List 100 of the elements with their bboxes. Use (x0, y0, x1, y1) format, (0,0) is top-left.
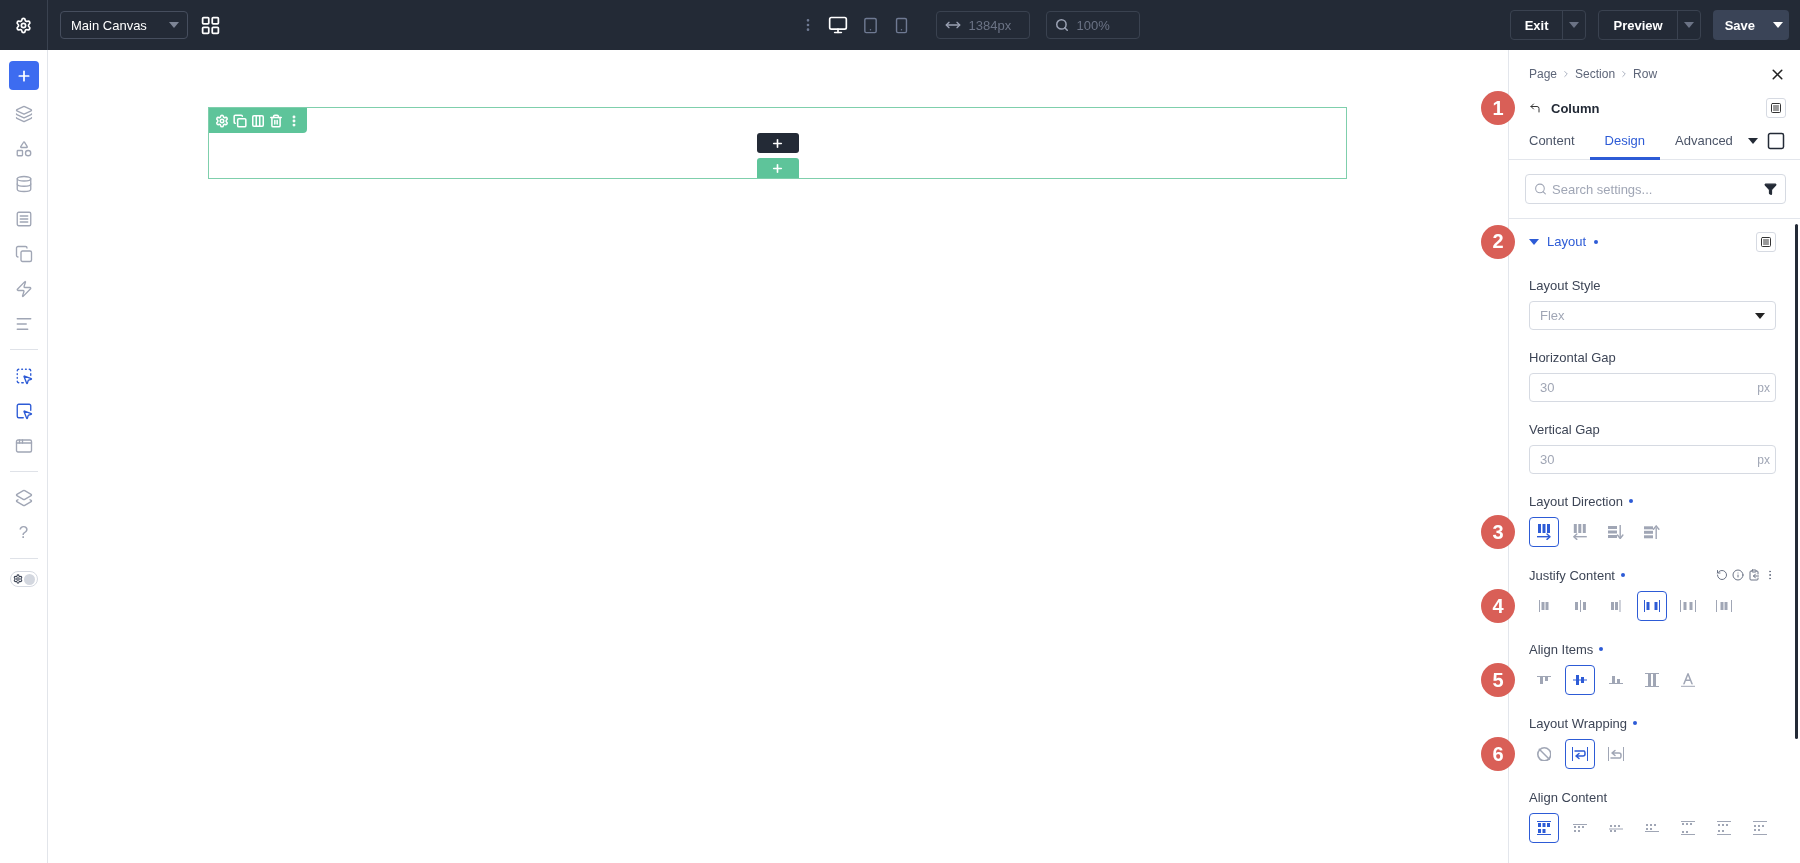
split-button[interactable]: Exit (1509, 10, 1587, 40)
save-button[interactable]: Save (1712, 10, 1789, 40)
field-label: Horizontal Gap (1529, 349, 1616, 365)
callout-badge: 5 (1481, 663, 1515, 697)
search-icon (1054, 18, 1069, 32)
modified-dot (1621, 573, 1625, 577)
stacked-windows-icon (14, 488, 33, 507)
align-end-icon (1609, 676, 1623, 684)
wrap-reverse-icon (1608, 747, 1624, 761)
option-button[interactable] (1637, 591, 1667, 621)
callout-badge: 2 (1481, 224, 1515, 259)
align-baseline-icon (1681, 673, 1695, 687)
breadcrumb-link[interactable]: Section (1575, 67, 1616, 81)
panel-title: Column (1551, 100, 1600, 116)
direction-column-reverse-icon (1644, 524, 1660, 540)
canvas-select[interactable]: Main Canvas (60, 11, 188, 39)
content-around-icon (1717, 821, 1731, 835)
modified-dot (1628, 499, 1633, 503)
form-icon (14, 209, 33, 228)
callout-badge: 4 (1481, 589, 1515, 623)
content-end-icon (1645, 824, 1659, 832)
caret-icon[interactable] (1748, 138, 1758, 144)
content-between-icon (1681, 821, 1695, 835)
unit-label: px (1757, 452, 1770, 467)
preset-button[interactable] (1756, 231, 1776, 252)
gear-icon (12, 574, 23, 584)
reset-icon[interactable] (1716, 569, 1728, 581)
content-evenly-icon (1753, 821, 1767, 835)
lightning-icon (14, 279, 33, 298)
grid-icon[interactable] (200, 14, 221, 36)
field-label: Layout Direction (1529, 493, 1623, 509)
direction-column-icon (1608, 524, 1624, 540)
no-wrap-icon (1536, 746, 1552, 762)
database-icon (14, 174, 33, 193)
option-button[interactable] (1565, 739, 1595, 769)
settings-icon[interactable] (15, 16, 32, 34)
theme-toggle[interactable] (9, 571, 38, 587)
clipboard-icon[interactable] (1748, 569, 1760, 581)
preset-icon (1760, 235, 1772, 248)
duplicate-icon[interactable] (233, 113, 247, 128)
callout-badge: 6 (1481, 737, 1515, 771)
modified-dot (1599, 647, 1604, 651)
wrap-icon (1572, 747, 1588, 761)
plus-icon (771, 136, 784, 150)
scrollbar-thumb[interactable] (1794, 224, 1798, 739)
window-icon (14, 436, 33, 455)
split-button[interactable]: Preview (1598, 10, 1701, 40)
desktop-icon (827, 15, 848, 35)
filter-icon[interactable] (1764, 182, 1777, 196)
unit-label: px (1757, 380, 1770, 395)
direction-row-reverse-icon (1573, 523, 1587, 541)
search-field[interactable]: Search settings... (1525, 174, 1786, 204)
justify-evenly-icon (1716, 600, 1732, 612)
columns-icon[interactable] (251, 113, 265, 128)
field-label: Layout Wrapping (1529, 715, 1628, 731)
direction-row-icon (1537, 523, 1551, 541)
pages-icon (14, 244, 33, 263)
trash-icon[interactable] (269, 113, 283, 128)
field-label: Justify Content (1529, 567, 1615, 583)
selection-icon (14, 366, 33, 385)
preset-icon (1770, 102, 1782, 114)
field-label: Vertical Gap (1529, 421, 1600, 437)
justify-start-icon (1539, 600, 1549, 612)
justify-end-icon (1611, 600, 1621, 612)
justify-center-icon (1574, 600, 1586, 612)
callout-badge: 3 (1481, 515, 1515, 549)
field-label: Align Items (1529, 641, 1594, 657)
breadcrumb-link[interactable]: Row (1633, 67, 1658, 81)
option-button[interactable] (1565, 665, 1595, 695)
square-icon[interactable] (1766, 131, 1786, 151)
modified-dot (1633, 721, 1638, 725)
align-stretch-icon (1645, 673, 1659, 687)
content-center-icon (1609, 824, 1623, 832)
preset-button[interactable] (1766, 98, 1786, 118)
content-stretch-icon (1537, 821, 1551, 835)
layers-icon (14, 104, 33, 123)
option-button[interactable] (1529, 813, 1559, 843)
info-icon[interactable] (1732, 569, 1744, 581)
content-start-icon (1573, 824, 1587, 832)
align-start-icon (1537, 676, 1551, 684)
section-toggle[interactable]: Layout (1529, 234, 1599, 249)
panel-tab[interactable]: Design (1589, 124, 1660, 160)
back-icon[interactable] (1529, 102, 1541, 114)
shapes-icon (14, 139, 33, 158)
justify-around-icon (1680, 600, 1696, 612)
tablet-icon (861, 16, 879, 34)
panel-tab[interactable]: Advanced (1660, 124, 1748, 160)
breadcrumb-link[interactable]: Page (1529, 67, 1558, 81)
pointer-frame-icon (14, 401, 33, 420)
align-center-icon (1573, 675, 1587, 685)
justify-between-icon (1644, 600, 1660, 612)
plus-icon (771, 161, 784, 175)
field-label: Layout Style (1529, 277, 1601, 293)
add-button[interactable] (756, 133, 799, 153)
field-label: Align Content (1529, 789, 1608, 805)
search-icon (1534, 182, 1547, 196)
panel-tab[interactable]: Content (1514, 124, 1590, 160)
caret-icon (1755, 312, 1765, 319)
callout-badge: 1 (1481, 91, 1515, 125)
option-button[interactable] (1529, 517, 1559, 547)
